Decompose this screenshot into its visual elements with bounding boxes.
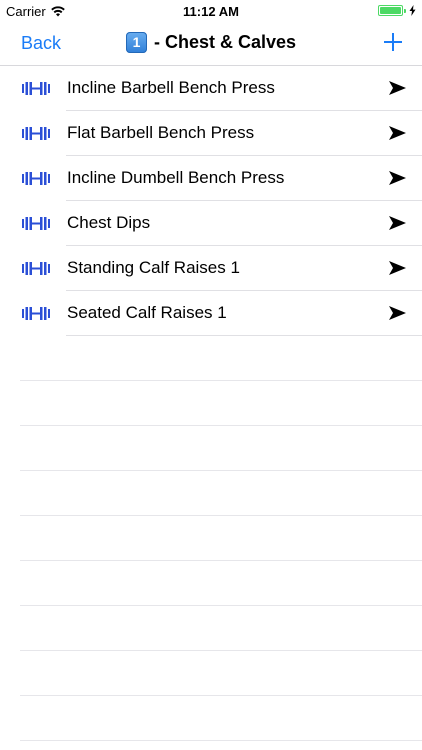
list-item[interactable]: Standing Calf Raises 1	[0, 246, 422, 291]
list-item-label: Chest Dips	[67, 213, 151, 232]
arrow-right-icon	[389, 81, 406, 95]
list-item[interactable]: Incline Dumbell Bench Press	[0, 156, 422, 201]
status-right	[378, 5, 416, 16]
list-item-label: Standing Calf Raises 1	[67, 258, 240, 277]
list-item[interactable]: Chest Dips	[0, 201, 422, 246]
dumbbell-icon	[22, 217, 50, 230]
empty-table-row	[0, 651, 422, 696]
keycap-one-icon: 1	[125, 32, 147, 53]
empty-table-row	[0, 696, 422, 741]
status-time: 11:12 AM	[183, 4, 239, 19]
battery-icon	[378, 5, 403, 16]
status-bar: Carrier 11:12 AM	[0, 0, 422, 22]
list-item-label: Flat Barbell Bench Press	[67, 123, 255, 142]
dumbbell-icon	[22, 172, 50, 185]
list-item[interactable]: Incline Barbell Bench Press	[0, 66, 422, 111]
plus-icon	[384, 33, 402, 51]
empty-table-row	[0, 471, 422, 516]
navigation-bar: Back 1 - Chest & Calves	[0, 22, 422, 66]
page-title: - Chest & Calves	[153, 32, 297, 52]
list-item-label: Incline Barbell Bench Press	[67, 78, 275, 97]
empty-table-row	[0, 381, 422, 426]
arrow-right-icon	[389, 306, 406, 320]
add-button[interactable]	[382, 31, 404, 53]
list-item[interactable]: Flat Barbell Bench Press	[0, 111, 422, 156]
empty-table-row	[0, 336, 422, 381]
dumbbell-icon	[22, 262, 50, 275]
dumbbell-icon	[22, 127, 50, 140]
battery-tip	[404, 8, 406, 13]
empty-table-row	[0, 561, 422, 606]
arrow-right-icon	[389, 261, 406, 275]
arrow-right-icon	[389, 216, 406, 230]
charging-bolt-icon	[409, 5, 416, 16]
dumbbell-icon	[22, 307, 50, 320]
nav-title-group: 1 - Chest & Calves	[0, 32, 422, 53]
arrow-right-icon	[389, 171, 406, 185]
list-item-label: Seated Calf Raises 1	[67, 303, 227, 322]
empty-table-row	[0, 516, 422, 561]
empty-table-row	[0, 606, 422, 651]
empty-table-row	[0, 426, 422, 471]
exercise-list: Incline Barbell Bench Press Flat Barbell…	[0, 66, 422, 741]
dumbbell-icon	[22, 82, 50, 95]
arrow-right-icon	[389, 126, 406, 140]
list-item-label: Incline Dumbell Bench Press	[67, 168, 285, 187]
battery-level	[380, 7, 401, 14]
list-item[interactable]: Seated Calf Raises 1	[0, 291, 422, 336]
